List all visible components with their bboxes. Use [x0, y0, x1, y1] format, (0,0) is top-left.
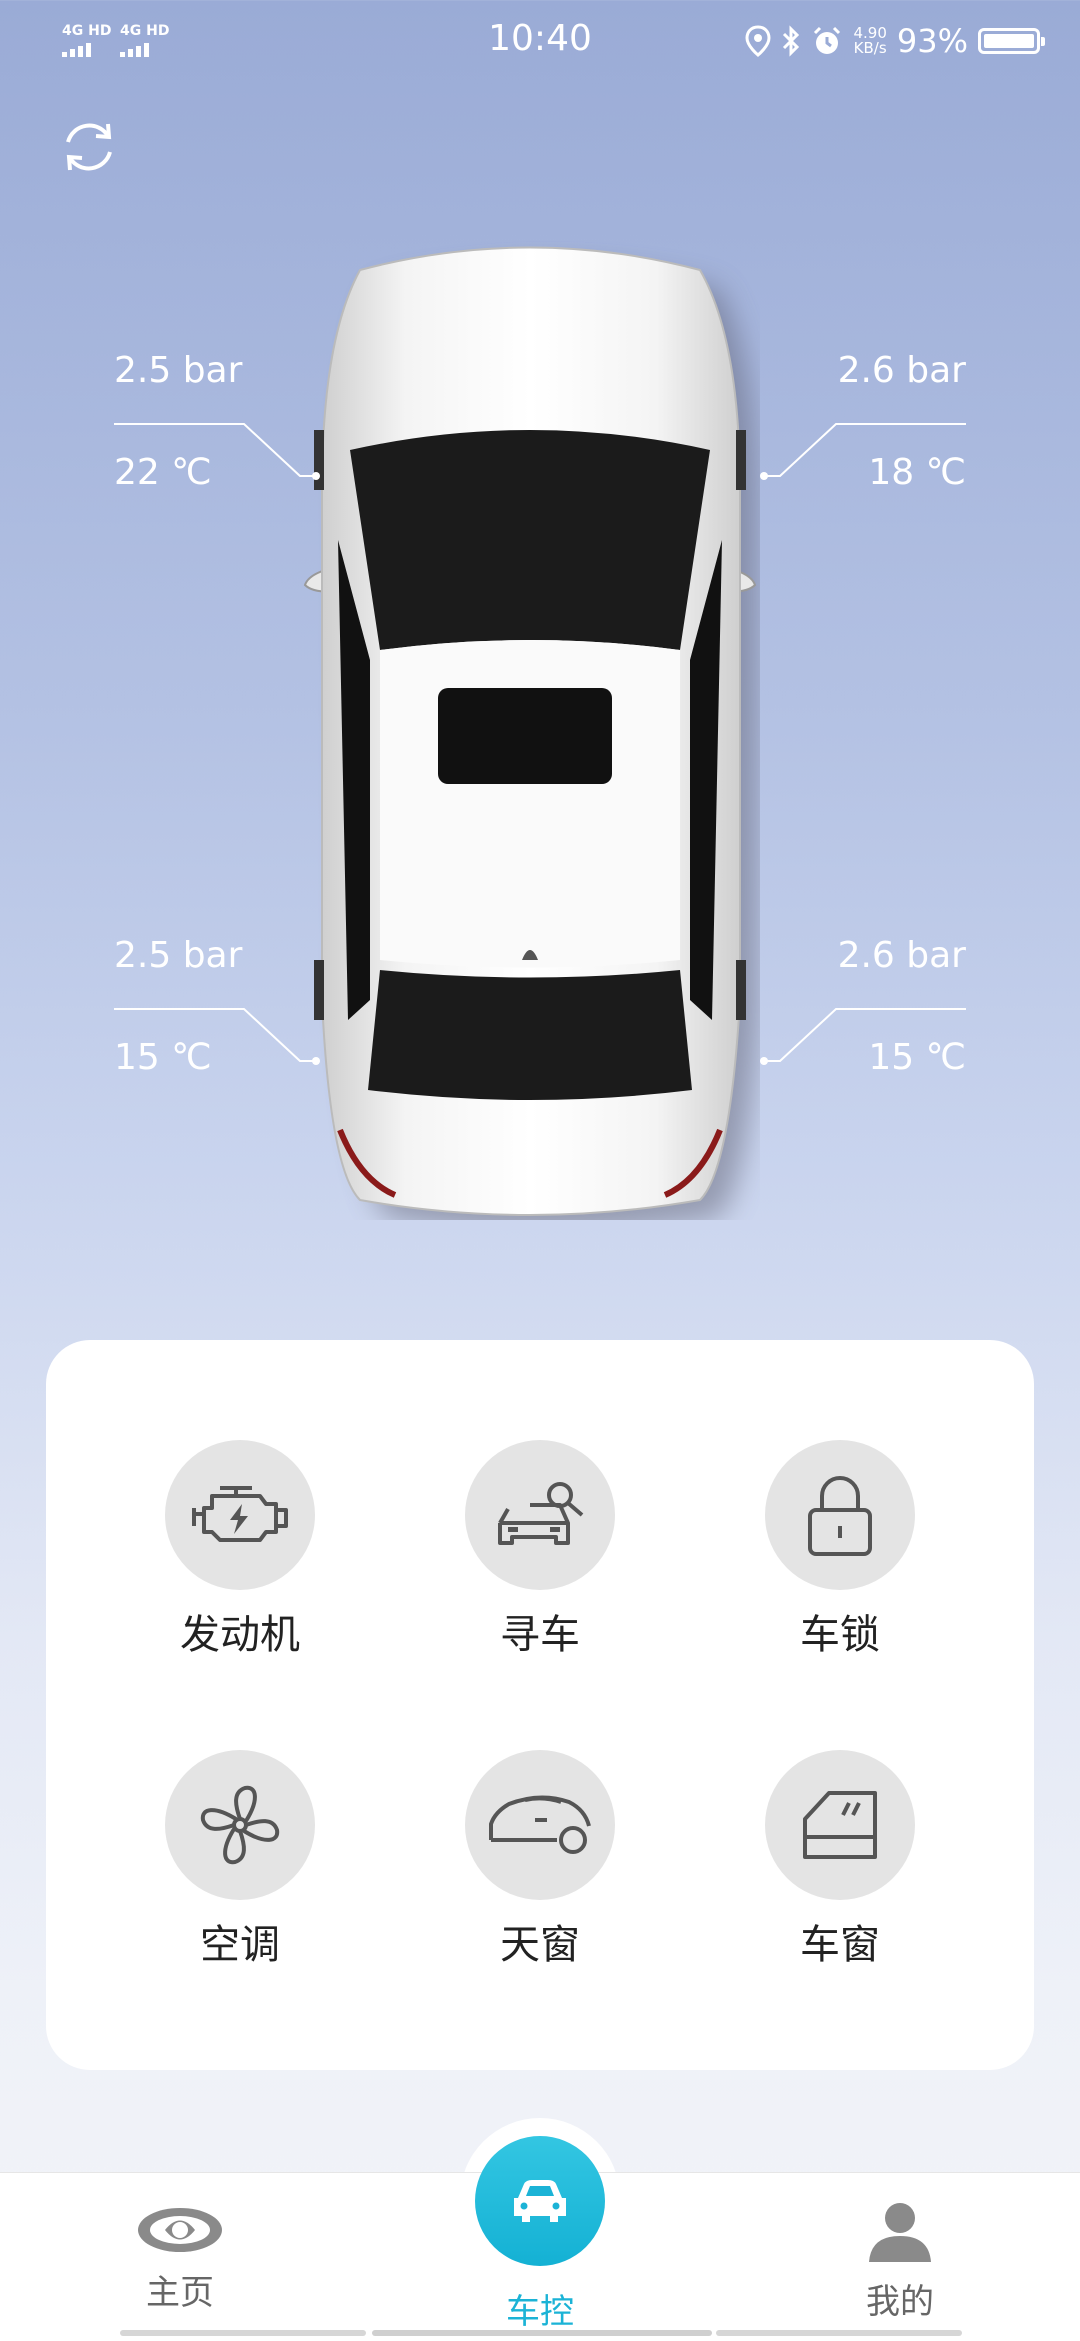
tire-front-right-pressure: 2.6 bar [837, 350, 966, 391]
location-icon [745, 25, 771, 57]
fan-icon [200, 1785, 280, 1865]
sunroof-control[interactable]: 天窗 [440, 1750, 640, 1970]
engine-button[interactable] [165, 1440, 315, 1590]
window-label: 车窗 [800, 1922, 880, 1968]
window-button[interactable] [765, 1750, 915, 1900]
ac-control[interactable]: 空调 [140, 1750, 340, 1970]
sunroof-button[interactable] [465, 1750, 615, 1900]
tire-rear-right-pressure: 2.6 bar [837, 935, 966, 976]
engine-icon [192, 1486, 288, 1542]
nav-car-control-button[interactable] [475, 2136, 605, 2266]
nav-home-label: 主页 [146, 2273, 214, 2313]
tire-rear-left-line [114, 1008, 320, 1065]
nav-mine[interactable]: 我的 [800, 2200, 1000, 2323]
sunroof-label: 天窗 [500, 1922, 580, 1968]
tire-front-left-line [114, 423, 320, 480]
find-car-icon [498, 1482, 584, 1545]
ac-label: 空调 [200, 1922, 280, 1968]
bluetooth-icon [783, 25, 800, 57]
nav-indicator-left [120, 2330, 366, 2336]
status-right: 4.90 KB/s 93% [745, 22, 1045, 60]
vehicle-controls-card: 发动机 寻车 车锁 空调 天窗 车窗 [46, 1340, 1034, 2070]
lock-label: 车锁 [800, 1612, 880, 1658]
nav-car-control-label: 车控 [506, 2292, 574, 2332]
nav-home[interactable]: 主页 [80, 2205, 280, 2314]
battery-icon [978, 28, 1045, 54]
net-speed: 4.90 KB/s [853, 26, 886, 56]
window-icon [803, 1791, 877, 1859]
tire-rear-left-pressure: 2.5 bar [114, 935, 243, 976]
nav-indicator-center [372, 2330, 712, 2336]
lock-button[interactable] [765, 1440, 915, 1590]
tire-rear-right-line [760, 1008, 966, 1065]
nav-mine-label: 我的 [866, 2282, 934, 2322]
status-bar: 4G HD 4G HD 10:40 4.90 KB/s 93% [0, 0, 1080, 84]
lock-icon [808, 1476, 872, 1556]
tire-front-right-line [760, 423, 966, 480]
car-icon [514, 2180, 566, 2222]
find-car-button[interactable] [465, 1440, 615, 1590]
engine-control[interactable]: 发动机 [140, 1440, 340, 1660]
find-car-label: 寻车 [500, 1612, 580, 1658]
ac-button[interactable] [165, 1750, 315, 1900]
alarm-icon [814, 26, 841, 54]
engine-label: 发动机 [180, 1612, 300, 1658]
sunroof-icon [489, 1795, 591, 1854]
user-icon [869, 2203, 931, 2262]
window-control[interactable]: 车窗 [740, 1750, 940, 1970]
car-top-view-image [303, 246, 758, 1220]
find-car-control[interactable]: 寻车 [440, 1440, 640, 1660]
net-speed-unit: KB/s [853, 39, 887, 57]
battery-percent: 93% [896, 22, 968, 60]
refresh-icon[interactable] [58, 116, 120, 178]
tire-front-left-pressure: 2.5 bar [114, 350, 243, 391]
lock-control[interactable]: 车锁 [740, 1440, 940, 1660]
brand-logo-icon [138, 2208, 222, 2252]
nav-indicator-right [716, 2330, 962, 2336]
